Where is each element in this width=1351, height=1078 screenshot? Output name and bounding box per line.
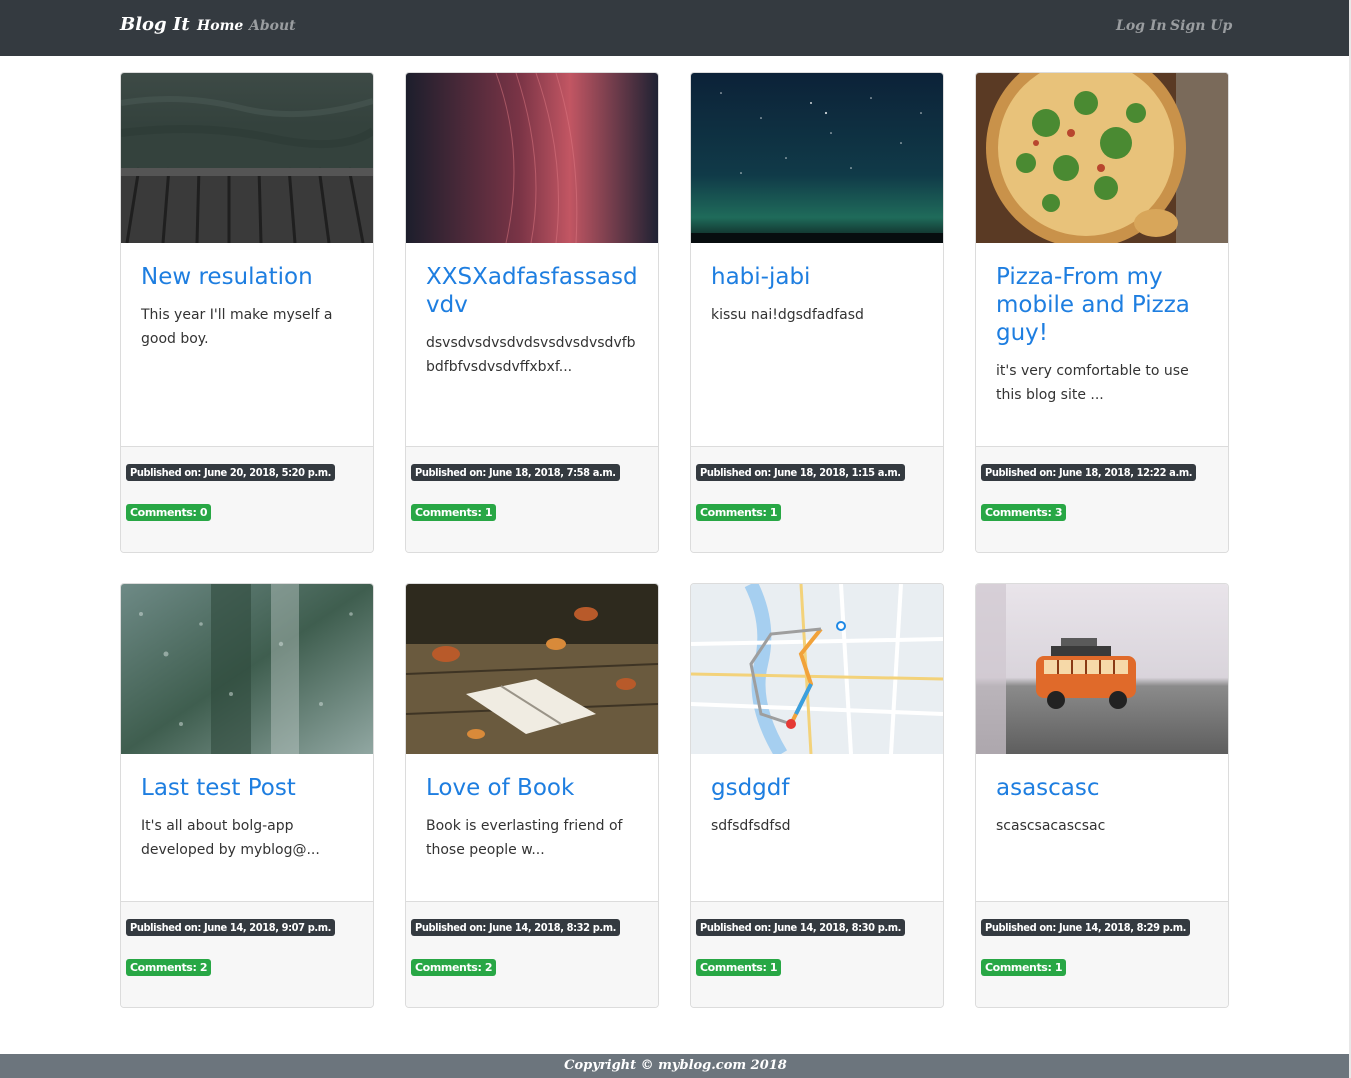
card-footer: Published on: June 14, 2018, 8:29 p.m. C… [976,901,1228,1007]
card-footer: Published on: June 18, 2018, 1:15 a.m. C… [691,446,943,552]
card-footer: Published on: June 14, 2018, 9:07 p.m. C… [121,901,373,1007]
post-card: Pizza-From my mobile and Pizza guy! it's… [975,72,1229,553]
comments-count-badge: Comments: 1 [696,504,782,521]
nav-about-link[interactable]: About [249,18,296,34]
post-image[interactable] [976,584,1228,754]
post-excerpt: Book is everlasting friend of those peop… [426,818,623,858]
post-title-link[interactable]: habi-jabi [711,263,925,291]
published-date-badge: Published on: June 18, 2018, 1:15 a.m. [696,464,905,481]
published-date-badge: Published on: June 18, 2018, 12:22 a.m. [981,464,1197,481]
comments-count-badge: Comments: 1 [411,504,497,521]
post-image[interactable] [121,73,373,243]
copyright-text: Copyright © myblog.com 2018 [564,1058,787,1073]
card-body: New resulation This year I'll make mysel… [141,263,355,351]
post-title-link[interactable]: XXSXadfasfassasdvdv [426,263,640,319]
post-excerpt: it's very comfortable to use this blog s… [996,363,1189,403]
published-date-badge: Published on: June 14, 2018, 8:29 p.m. [981,919,1191,936]
post-card: Last test Post It's all about bolg-app d… [120,583,374,1008]
post-card: habi-jabi kissu nai!dgsdfadfasd Publishe… [690,72,944,553]
post-card: XXSXadfasfassasdvdv dsvsdvsdvsdvdsvsdvsd… [405,72,659,553]
published-date-badge: Published on: June 18, 2018, 7:58 a.m. [411,464,620,481]
card-footer: Published on: June 20, 2018, 5:20 p.m. C… [121,446,373,552]
post-image[interactable] [121,584,373,754]
card-body: XXSXadfasfassasdvdv dsvsdvsdvsdvdsvsdvsd… [426,263,640,379]
comments-count-badge: Comments: 1 [696,959,782,976]
nav-home-link[interactable]: Home [197,18,243,34]
post-card: Love of Book Book is everlasting friend … [405,583,659,1008]
post-title-link[interactable]: asascasc [996,774,1210,802]
card-footer: Published on: June 18, 2018, 7:58 a.m. C… [406,446,658,552]
post-excerpt: This year I'll make myself a good boy. [141,307,333,347]
post-excerpt: sdfsdfsdfsd [711,818,791,834]
post-image[interactable] [691,73,943,243]
card-footer: Published on: June 14, 2018, 8:30 p.m. C… [691,901,943,1007]
comments-count-badge: Comments: 2 [126,959,212,976]
post-card: gsdgdf sdfsdfsdfsd Published on: June 14… [690,583,944,1008]
post-excerpt: scascsacascsac [996,818,1106,834]
post-title-link[interactable]: gsdgdf [711,774,925,802]
post-image[interactable] [406,584,658,754]
post-card: New resulation This year I'll make mysel… [120,72,374,553]
page-footer: Copyright © myblog.com 2018 [0,1054,1351,1078]
card-body: asascasc scascsacascsac [996,774,1210,838]
card-body: gsdgdf sdfsdfsdfsd [711,774,925,838]
card-body: Love of Book Book is everlasting friend … [426,774,640,862]
post-card: asascasc scascsacascsac Published on: Ju… [975,583,1229,1008]
nav-login-link[interactable]: Log In [1116,18,1167,34]
post-image[interactable] [691,584,943,754]
published-date-badge: Published on: June 14, 2018, 9:07 p.m. [126,919,336,936]
post-title-link[interactable]: Love of Book [426,774,640,802]
post-excerpt: kissu nai!dgsdfadfasd [711,307,864,323]
post-title-link[interactable]: Pizza-From my mobile and Pizza guy! [996,263,1210,347]
navbar: Blog It Home About Log In Sign Up [0,0,1351,56]
card-body: Last test Post It's all about bolg-app d… [141,774,355,862]
brand-logo[interactable]: Blog It [120,14,190,35]
comments-count-badge: Comments: 2 [411,959,497,976]
post-excerpt: dsvsdvsdvsdvdsvsdvsdvsdvfbbdfbfvsdvsdvff… [426,335,636,375]
comments-count-badge: Comments: 3 [981,504,1067,521]
published-date-badge: Published on: June 20, 2018, 5:20 p.m. [126,464,336,481]
post-excerpt: It's all about bolg-app developed by myb… [141,818,320,858]
post-title-link[interactable]: Last test Post [141,774,355,802]
post-image[interactable] [976,73,1228,243]
comments-count-badge: Comments: 1 [981,959,1067,976]
published-date-badge: Published on: June 14, 2018, 8:30 p.m. [696,919,906,936]
published-date-badge: Published on: June 14, 2018, 8:32 p.m. [411,919,621,936]
card-footer: Published on: June 18, 2018, 12:22 a.m. … [976,446,1228,552]
card-body: habi-jabi kissu nai!dgsdfadfasd [711,263,925,327]
card-footer: Published on: June 14, 2018, 8:32 p.m. C… [406,901,658,1007]
comments-count-badge: Comments: 0 [126,504,212,521]
post-title-link[interactable]: New resulation [141,263,355,291]
nav-signup-link[interactable]: Sign Up [1170,18,1232,34]
post-image[interactable] [406,73,658,243]
card-body: Pizza-From my mobile and Pizza guy! it's… [996,263,1210,407]
